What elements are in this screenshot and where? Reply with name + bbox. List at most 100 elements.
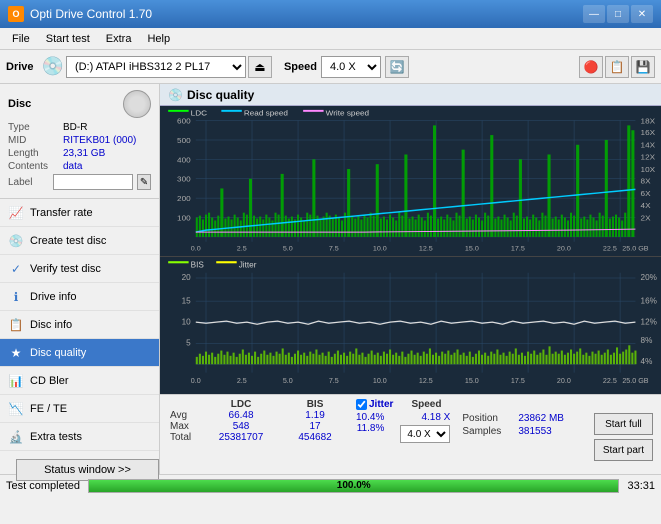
toolbar: Drive 💿 (D:) ATAPI iHBS312 2 PL17 ⏏ Spee… xyxy=(0,50,661,84)
sidebar-item-cd-bler[interactable]: 📊 CD Bler xyxy=(0,367,159,395)
type-value: BD-R xyxy=(63,122,87,133)
menubar: File Start test Extra Help xyxy=(0,28,661,50)
eject-button[interactable]: ⏏ xyxy=(248,56,272,78)
stats-table: LDC BIS Avg 66.48 1.19 Max 548 17 Tota xyxy=(168,399,348,443)
cd-bler-icon: 📊 xyxy=(8,374,24,388)
svg-text:15.0: 15.0 xyxy=(465,376,479,385)
jitter-col-header: Jitter xyxy=(369,399,393,410)
svg-text:20%: 20% xyxy=(641,272,658,282)
sidebar: Disc Type BD-R MID RITEKB01 (000) Length… xyxy=(0,84,160,474)
close-button[interactable]: ✕ xyxy=(631,5,653,23)
svg-text:16X: 16X xyxy=(641,128,656,137)
stats-bar: LDC BIS Avg 66.48 1.19 Max 548 17 Tota xyxy=(160,394,661,474)
menu-file[interactable]: File xyxy=(4,31,38,47)
toolbar-icon-1[interactable]: 🔴 xyxy=(579,56,603,78)
svg-text:17.5: 17.5 xyxy=(511,246,525,253)
svg-text:Read speed: Read speed xyxy=(244,109,288,118)
sidebar-item-extra-tests[interactable]: 🔬 Extra tests xyxy=(0,423,159,451)
chart-ldc: LDC Read speed Write speed xyxy=(160,106,661,257)
svg-text:16%: 16% xyxy=(641,295,658,305)
svg-text:15.0: 15.0 xyxy=(465,246,479,253)
sidebar-item-fe-te[interactable]: 📉 FE / TE xyxy=(0,395,159,423)
type-label: Type xyxy=(8,122,63,133)
menu-extra[interactable]: Extra xyxy=(98,31,140,47)
svg-text:7.5: 7.5 xyxy=(329,376,339,385)
disc-image xyxy=(123,90,151,118)
chart-ldc-svg: LDC Read speed Write speed xyxy=(160,106,661,256)
svg-text:15: 15 xyxy=(182,295,191,305)
sidebar-item-drive-info[interactable]: ℹ Drive info xyxy=(0,283,159,311)
create-test-disc-label: Create test disc xyxy=(30,235,106,247)
total-bis: 454682 xyxy=(282,432,348,443)
sidebar-item-disc-quality[interactable]: ★ Disc quality xyxy=(0,339,159,367)
disc-quality-header-icon: 💿 xyxy=(168,88,183,102)
sidebar-item-create-test-disc[interactable]: 💿 Create test disc xyxy=(0,227,159,255)
svg-text:300: 300 xyxy=(177,175,191,184)
svg-text:5: 5 xyxy=(186,338,191,348)
disc-quality-header: 💿 Disc quality xyxy=(160,84,661,106)
svg-text:20: 20 xyxy=(182,272,191,282)
mid-label: MID xyxy=(8,135,63,146)
start-part-button[interactable]: Start part xyxy=(594,439,653,461)
svg-text:2.5: 2.5 xyxy=(237,246,247,253)
svg-text:6X: 6X xyxy=(641,189,652,198)
svg-text:20.0: 20.0 xyxy=(557,246,571,253)
start-full-button[interactable]: Start full xyxy=(594,413,653,435)
sidebar-item-verify-test-disc[interactable]: ✓ Verify test disc xyxy=(0,255,159,283)
avg-bis: 1.19 xyxy=(282,410,348,421)
menu-start-test[interactable]: Start test xyxy=(38,31,98,47)
total-label: Total xyxy=(168,432,200,443)
sidebar-item-disc-info[interactable]: 📋 Disc info xyxy=(0,311,159,339)
svg-text:10.0: 10.0 xyxy=(373,246,387,253)
speed-select-stats[interactable]: 4.0 X xyxy=(400,425,450,443)
svg-text:200: 200 xyxy=(177,194,191,203)
label-input[interactable] xyxy=(53,174,133,190)
svg-text:0.0: 0.0 xyxy=(191,246,201,253)
refresh-button[interactable]: 🔄 xyxy=(385,56,409,78)
sidebar-item-transfer-rate[interactable]: 📈 Transfer rate xyxy=(0,199,159,227)
speed-value-display: 4.18 X xyxy=(400,412,450,423)
svg-text:17.5: 17.5 xyxy=(511,376,525,385)
chart-bis-svg: BIS Jitter xyxy=(160,257,661,394)
progress-label: 100.0% xyxy=(89,480,618,492)
fe-te-icon: 📉 xyxy=(8,402,24,416)
extra-tests-label: Extra tests xyxy=(30,431,82,443)
content-area: 💿 Disc quality LDC Read speed Write spee… xyxy=(160,84,661,474)
speed-label: Speed xyxy=(284,61,317,73)
jitter-checkbox[interactable] xyxy=(356,399,367,410)
svg-text:600: 600 xyxy=(177,117,191,126)
label-edit-button[interactable]: ✎ xyxy=(137,174,151,190)
svg-text:12%: 12% xyxy=(641,317,658,327)
svg-text:10: 10 xyxy=(182,317,191,327)
menu-help[interactable]: Help xyxy=(139,31,178,47)
speed-selector[interactable]: 4.0 X xyxy=(321,56,381,78)
svg-text:25.0 GB: 25.0 GB xyxy=(622,246,649,253)
speed-col-header: Speed xyxy=(411,399,441,410)
maximize-button[interactable]: □ xyxy=(607,5,629,23)
fe-te-label: FE / TE xyxy=(30,403,67,415)
max-ldc: 548 xyxy=(200,421,282,432)
charts-container: LDC Read speed Write speed xyxy=(160,106,661,394)
drive-selector[interactable]: (D:) ATAPI iHBS312 2 PL17 xyxy=(66,56,246,78)
disc-quality-title: Disc quality xyxy=(187,88,254,102)
minimize-button[interactable]: — xyxy=(583,5,605,23)
verify-test-disc-icon: ✓ xyxy=(8,262,24,276)
app-icon: O xyxy=(8,6,24,22)
create-test-disc-icon: 💿 xyxy=(8,234,24,248)
chart-bis: BIS Jitter xyxy=(160,257,661,394)
svg-text:25.0 GB: 25.0 GB xyxy=(622,376,648,385)
time-display: 33:31 xyxy=(627,480,655,492)
svg-text:8%: 8% xyxy=(641,335,653,345)
svg-text:4%: 4% xyxy=(641,356,653,366)
svg-text:4X: 4X xyxy=(641,201,652,210)
svg-text:Jitter: Jitter xyxy=(239,260,257,270)
mid-value: RITEKB01 (000) xyxy=(63,135,136,146)
avg-label: Avg xyxy=(168,410,200,421)
label-label: Label xyxy=(8,177,49,188)
save-button[interactable]: 💾 xyxy=(631,56,655,78)
toolbar-icon-2[interactable]: 📋 xyxy=(605,56,629,78)
samples-value: 381553 xyxy=(518,426,551,437)
svg-text:5.0: 5.0 xyxy=(283,246,293,253)
samples-label: Samples xyxy=(462,426,514,437)
svg-text:8X: 8X xyxy=(641,177,652,186)
